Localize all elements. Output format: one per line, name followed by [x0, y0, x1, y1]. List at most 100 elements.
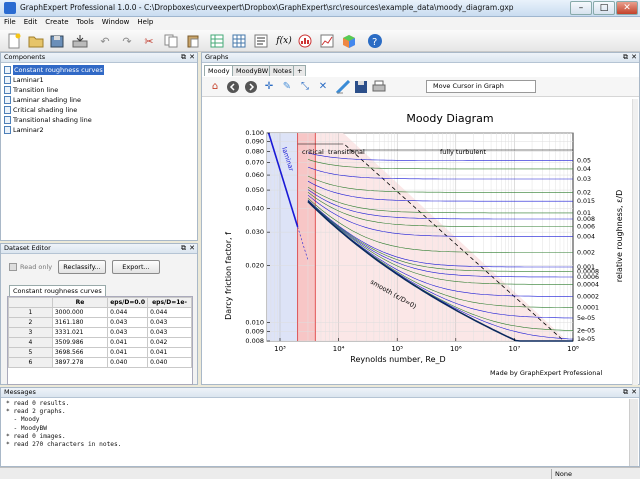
roughness-label: 5e-05 — [577, 315, 595, 322]
close-icon[interactable]: ✕ — [631, 388, 637, 397]
close-icon[interactable]: ✕ — [189, 244, 195, 253]
float-icon[interactable]: ⧉ — [623, 53, 628, 62]
tree-item[interactable]: Laminar shading line — [4, 95, 104, 105]
message-line: - Moody — [6, 416, 40, 424]
y-tick-label: 0.060 — [245, 171, 264, 179]
graph-scrollbar[interactable] — [632, 99, 638, 385]
turbulent-label: fully turbulent — [440, 148, 486, 156]
help-icon[interactable]: ? — [366, 32, 384, 50]
menu-tools[interactable]: Tools — [73, 17, 98, 27]
close-icon[interactable]: ✕ — [189, 53, 195, 62]
open-folder-icon[interactable] — [27, 32, 45, 50]
y-tick-label: 0.090 — [245, 138, 264, 146]
menu-create[interactable]: Create — [41, 17, 72, 27]
edit-icon[interactable]: ✎ — [280, 80, 294, 94]
new-dataset-icon[interactable] — [209, 32, 227, 50]
zoom-icon[interactable]: ⤡ — [298, 80, 312, 94]
table-row[interactable]: 6 3897.278 0.040 0.040 — [8, 357, 192, 368]
histogram-icon[interactable] — [297, 32, 315, 50]
roughness-label: 0.02 — [577, 189, 591, 196]
menu-file[interactable]: File — [0, 17, 20, 27]
back-icon[interactable] — [226, 80, 240, 94]
table-row[interactable]: 5 3698.566 0.041 0.041 — [8, 347, 192, 358]
tree-item[interactable]: Transitional shading line — [4, 115, 104, 125]
roughness-label: 0.05 — [577, 158, 591, 165]
grid-corner — [8, 297, 53, 308]
status-text: None — [551, 469, 621, 479]
tab-notes[interactable]: Notes — [269, 65, 296, 76]
maximize-button[interactable]: □ — [593, 1, 615, 15]
message-line: * read 2 graphs. — [6, 408, 66, 416]
tab-moodybw[interactable]: MoodyBW — [232, 65, 273, 76]
tab-constant-roughness[interactable]: Constant roughness curves — [9, 285, 106, 296]
home-icon[interactable]: ⌂ — [208, 80, 222, 94]
save-disk-icon[interactable] — [49, 32, 67, 50]
close-icon[interactable]: ✕ — [631, 53, 637, 62]
reclassify-button[interactable]: Reclassify... — [58, 260, 106, 274]
redo-icon[interactable]: ↷ — [118, 32, 136, 50]
dataset-editor-title: Dataset Editor — [4, 244, 51, 252]
components-panel: Components ⧉ ✕ Constant roughness curves … — [0, 52, 198, 241]
y-tick-label: 0.100 — [245, 129, 264, 137]
export-button[interactable]: Export... — [112, 260, 160, 274]
print-icon[interactable] — [372, 80, 386, 94]
messages-scrollbar[interactable] — [629, 399, 638, 466]
dataset-icon — [4, 106, 11, 114]
menu-edit[interactable]: Edit — [20, 17, 42, 27]
table-row[interactable]: 1 3000.000 0.044 0.044 — [8, 307, 192, 318]
new-document-icon[interactable] — [5, 32, 23, 50]
messages-panel: Messages ⧉ ✕ * read 0 results. * read 2 gr… — [0, 387, 640, 467]
color-cube-icon[interactable] — [341, 32, 359, 50]
tab-add[interactable]: + — [293, 65, 307, 76]
tree-item[interactable]: Laminar1 — [4, 75, 104, 85]
critical-region — [297, 133, 316, 341]
float-icon[interactable]: ⧉ — [623, 388, 628, 397]
tree-item[interactable]: Constant roughness curves — [4, 65, 104, 75]
undo-icon[interactable]: ↶ — [96, 32, 114, 50]
forward-icon[interactable] — [244, 80, 258, 94]
x-tick-label: 10⁸ — [567, 345, 579, 353]
function-icon[interactable]: f(x) — [275, 32, 293, 50]
cut-icon[interactable]: ✂ — [140, 32, 158, 50]
import-icon[interactable] — [71, 32, 89, 50]
minimize-button[interactable]: – — [570, 1, 592, 15]
components-title: Components — [4, 53, 46, 61]
text-icon[interactable] — [253, 32, 271, 50]
copy-icon[interactable] — [162, 32, 180, 50]
float-icon[interactable]: ⧉ — [181, 244, 186, 253]
dataset-icon — [4, 66, 11, 74]
x-tick-label: 10⁴ — [333, 345, 345, 353]
move-cursor-button[interactable]: Move Cursor in Graph — [426, 80, 536, 93]
y-tick-label: 0.080 — [245, 147, 264, 155]
axes-edit-icon[interactable] — [335, 79, 351, 95]
pan-icon[interactable]: ✛ — [262, 80, 276, 94]
column-header[interactable]: Re — [51, 297, 109, 308]
table-row[interactable]: 4 3509.986 0.041 0.042 — [8, 337, 192, 348]
column-header[interactable]: eps/D=0.0 — [107, 297, 149, 308]
menu-help[interactable]: Help — [133, 17, 157, 27]
tree-item[interactable]: Critical shading line — [4, 105, 104, 115]
save-graph-icon[interactable] — [354, 80, 368, 94]
tab-moody[interactable]: Moody — [204, 65, 234, 76]
dataset-icon — [4, 126, 11, 134]
table-row[interactable]: 2 3161.180 0.043 0.043 — [8, 317, 192, 328]
data-grid: Re eps/D=0.0 eps/D=1e- 1 3000.000 0.044 0.0… — [8, 297, 192, 368]
float-icon[interactable]: ⧉ — [181, 53, 186, 62]
transitional-label: transitional — [328, 148, 365, 156]
graph-toolbar: ⌂ ✛ ✎ ⤡ ✕ Move Cursor in Graph — [202, 77, 639, 97]
roughness-label: 0.0006 — [577, 274, 599, 281]
data-grid-container: Re eps/D=0.0 eps/D=1e- 1 3000.000 0.044 0.0… — [7, 296, 193, 385]
tree-item[interactable]: Transition line — [4, 85, 104, 95]
x-tick-label: 10³ — [274, 345, 286, 353]
table-row[interactable]: 3 3331.021 0.043 0.043 — [8, 327, 192, 338]
close-button[interactable]: ✕ — [616, 1, 638, 15]
menu-window[interactable]: Window — [98, 17, 134, 27]
y-tick-label: 0.008 — [245, 337, 264, 345]
fit-icon[interactable]: ✕ — [316, 80, 330, 94]
chart-icon[interactable] — [319, 32, 337, 50]
table-icon[interactable] — [231, 32, 249, 50]
read-only-checkbox[interactable] — [9, 263, 17, 271]
paste-icon[interactable] — [184, 32, 202, 50]
tree-item[interactable]: Laminar2 — [4, 125, 104, 135]
column-header[interactable]: eps/D=1e- — [147, 297, 192, 308]
